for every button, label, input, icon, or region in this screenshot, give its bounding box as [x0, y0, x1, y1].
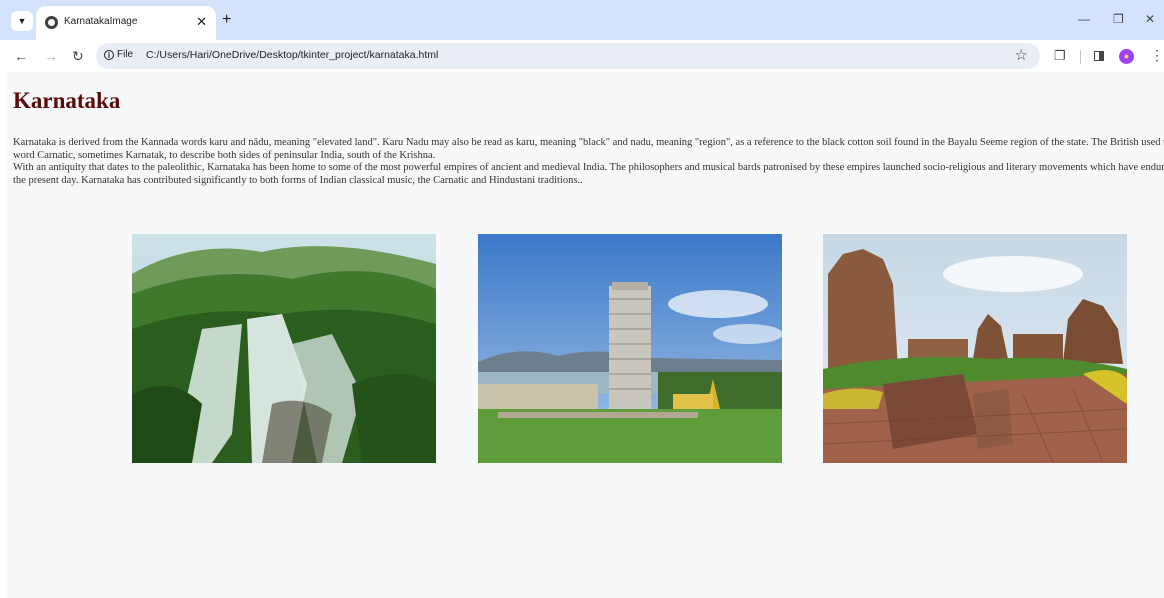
- info-icon: i: [104, 49, 114, 60]
- toolbar-divider: [1080, 50, 1081, 64]
- ancient-temples-image: [823, 234, 1127, 463]
- restore-icon[interactable]: ❐: [1113, 12, 1124, 26]
- intro-paragraph: Karnataka is derived from the Kannada wo…: [13, 137, 1164, 161]
- close-icon[interactable]: ✕: [196, 14, 207, 30]
- profile-avatar[interactable]: ●: [1119, 49, 1134, 64]
- forward-icon[interactable]: →: [44, 48, 58, 64]
- tab-title: KarnatakaImage: [64, 16, 138, 27]
- globe-icon: [45, 16, 58, 29]
- url-text[interactable]: C:/Users/Hari/OneDrive/Desktop/tkinter_p…: [146, 49, 438, 61]
- window-close-icon[interactable]: ✕: [1145, 12, 1155, 26]
- browser-toolbar: ← → ↻ i File C:/Users/Hari/OneDrive/Desk…: [0, 40, 1164, 72]
- extensions-icon[interactable]: ❐: [1054, 48, 1066, 64]
- back-icon[interactable]: ←: [14, 48, 28, 64]
- page-title: Karnataka: [13, 88, 121, 113]
- star-icon[interactable]: ☆: [1015, 46, 1028, 64]
- side-panel-icon[interactable]: [1094, 51, 1104, 61]
- history-paragraph: With an antiquity that dates to the pale…: [13, 162, 1164, 186]
- site-info-label: File: [117, 49, 134, 60]
- waterfall-image: [132, 234, 436, 463]
- site-info-chip[interactable]: i File: [104, 49, 133, 60]
- tab-search-icon[interactable]: ▼: [11, 11, 33, 31]
- menu-icon[interactable]: ⋮: [1150, 47, 1164, 64]
- plus-icon[interactable]: +: [222, 11, 231, 29]
- reload-icon[interactable]: ↻: [72, 48, 84, 65]
- page-viewport: Karnataka Karnataka is derived from the …: [7, 72, 1164, 598]
- browser-tab[interactable]: KarnatakaImage ✕: [36, 6, 216, 40]
- temple-tower-image: [478, 234, 782, 463]
- minimize-icon[interactable]: —: [1078, 12, 1090, 26]
- tab-strip: ▼ KarnatakaImage ✕ + — ❐ ✕: [0, 0, 1164, 40]
- address-bar[interactable]: i File C:/Users/Hari/OneDrive/Desktop/tk…: [96, 43, 1040, 69]
